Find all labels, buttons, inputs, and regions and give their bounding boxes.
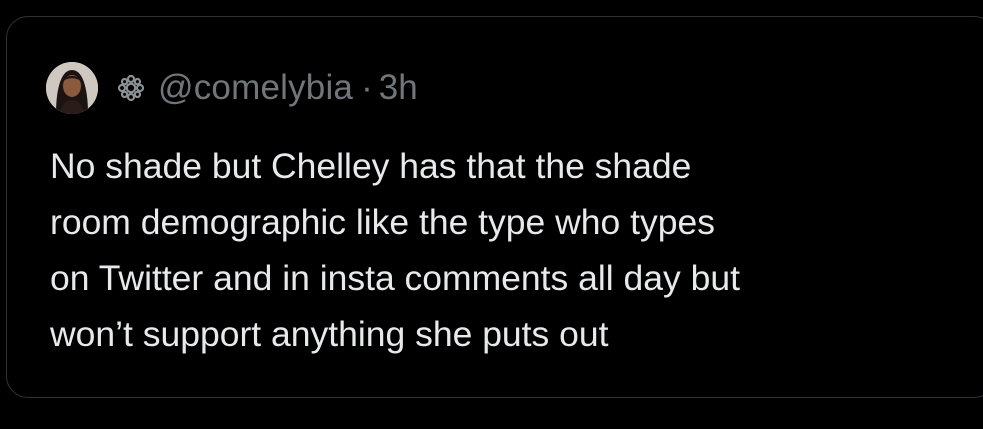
separator-dot: · (361, 68, 373, 107)
timestamp[interactable]: 3h (379, 68, 418, 108)
tweet-text-line: on Twitter and in insta comments all day… (50, 258, 740, 298)
user-handle[interactable]: @comelybia (158, 68, 353, 108)
avatar[interactable] (46, 62, 98, 114)
tweet-text-line: room demographic like the type who types (50, 202, 715, 242)
tweet-text: No shade but Chelley has that the shade … (50, 138, 965, 362)
tweet-text-line: won’t support anything she puts out (50, 314, 609, 354)
verified-flower-badge-icon (114, 71, 148, 105)
tweet-text-line: No shade but Chelley has that the shade (50, 146, 692, 186)
avatar-photo-icon (46, 62, 98, 114)
tweet-header: @comelybia · 3h (46, 62, 418, 114)
page: @comelybia · 3h No shade but Chelley has… (0, 0, 983, 429)
